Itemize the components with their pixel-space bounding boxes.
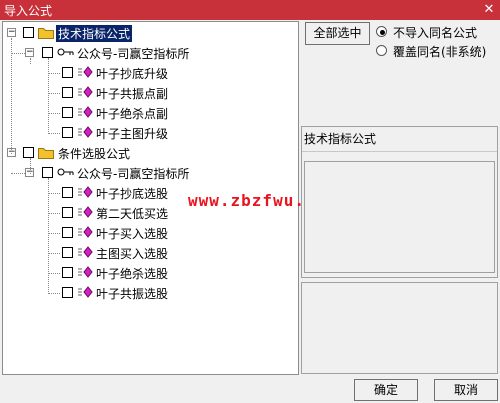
tree-checkbox[interactable]	[62, 87, 73, 98]
tree-connector	[48, 213, 60, 214]
tree-connector	[48, 233, 60, 234]
folder-icon	[38, 148, 54, 159]
tree-connector	[11, 173, 25, 174]
info-panel-heading: 技术指标公式	[304, 132, 377, 146]
tree-node-label: 叶子绝杀选股	[96, 267, 169, 281]
collapse-icon[interactable]: −	[7, 28, 16, 37]
description-area	[304, 161, 495, 273]
radio-label: 不导入同名公式	[393, 26, 478, 40]
formula-icon	[78, 266, 93, 278]
formula-icon	[78, 186, 93, 198]
tree-node-label: 主图买入选股	[96, 247, 169, 261]
formula-icon	[78, 286, 93, 298]
formula-icon	[78, 126, 93, 138]
radio-indicator[interactable]	[376, 26, 387, 37]
tree-checkbox[interactable]	[62, 267, 73, 278]
tree-checkbox[interactable]	[62, 287, 73, 298]
formula-icon	[78, 66, 93, 78]
tree-connector	[11, 53, 25, 54]
tree-checkbox[interactable]	[62, 247, 73, 258]
tree-connector	[48, 253, 60, 254]
window-title: 导入公式	[4, 4, 53, 18]
tree-node-label: 叶子抄底选股	[96, 187, 169, 201]
tree-connector	[48, 93, 60, 94]
tree-connector	[48, 73, 60, 74]
tree-node-label: 叶子主图升级	[96, 127, 169, 141]
tree-checkbox[interactable]	[42, 47, 53, 58]
tree-checkbox[interactable]	[62, 107, 73, 118]
cancel-button[interactable]: 取消	[434, 379, 498, 401]
tree-checkbox[interactable]	[62, 127, 73, 138]
formula-icon	[78, 206, 93, 218]
tree-checkbox[interactable]	[62, 227, 73, 238]
tree-connector	[48, 178, 49, 294]
folder-icon	[38, 28, 54, 39]
collapse-icon[interactable]: −	[25, 48, 34, 57]
tree-connector	[48, 58, 49, 134]
ok-button[interactable]: 确定	[354, 379, 418, 401]
select-all-button[interactable]: 全部选中	[305, 22, 370, 45]
tree-node-label: 叶子共振选股	[96, 287, 169, 301]
tree-connector	[30, 158, 31, 174]
tree-checkbox[interactable]	[62, 187, 73, 198]
tree-checkbox[interactable]	[23, 147, 34, 158]
tree-node-label: 公众号-司赢空指标所	[77, 47, 190, 61]
formula-icon	[78, 106, 93, 118]
tree-node-label: 技术指标公式	[56, 25, 133, 42]
tree-node-label: 叶子共振点副	[96, 87, 169, 101]
radio-selected-dot	[380, 30, 385, 35]
key-icon	[57, 48, 74, 56]
tree-checkbox[interactable]	[62, 67, 73, 78]
tree-node-label: 叶子抄底升级	[96, 67, 169, 81]
key-icon	[57, 168, 74, 176]
tree-node-label: 叶子买入选股	[96, 227, 169, 241]
radio-label: 覆盖同名(非系统)	[393, 45, 487, 59]
tree-connector	[48, 193, 60, 194]
tree-checkbox[interactable]	[23, 27, 34, 38]
radio-indicator[interactable]	[376, 45, 387, 56]
tree-node-label: 条件选股公式	[58, 147, 131, 161]
divider	[302, 151, 497, 152]
tree-checkbox[interactable]	[42, 167, 53, 178]
tree-connector	[48, 293, 60, 294]
close-icon[interactable]: ✕	[480, 1, 498, 19]
tree-connector	[11, 38, 12, 154]
formula-icon	[78, 86, 93, 98]
tree-connector	[48, 273, 60, 274]
tree-node-label: 叶子绝杀点副	[96, 107, 169, 121]
tree-node-label: 第二天低买选	[96, 207, 169, 221]
preview-area	[301, 282, 498, 374]
tree-connector	[30, 58, 31, 64]
formula-icon	[78, 226, 93, 238]
tree-checkbox[interactable]	[62, 207, 73, 218]
formula-icon	[78, 246, 93, 258]
tree-node-label: 公众号-司赢空指标所	[77, 167, 190, 181]
info-panel: 技术指标公式	[301, 126, 498, 278]
title-bar: 导入公式 ✕	[0, 0, 500, 20]
tree-connector	[48, 113, 60, 114]
tree-connector	[48, 133, 60, 134]
